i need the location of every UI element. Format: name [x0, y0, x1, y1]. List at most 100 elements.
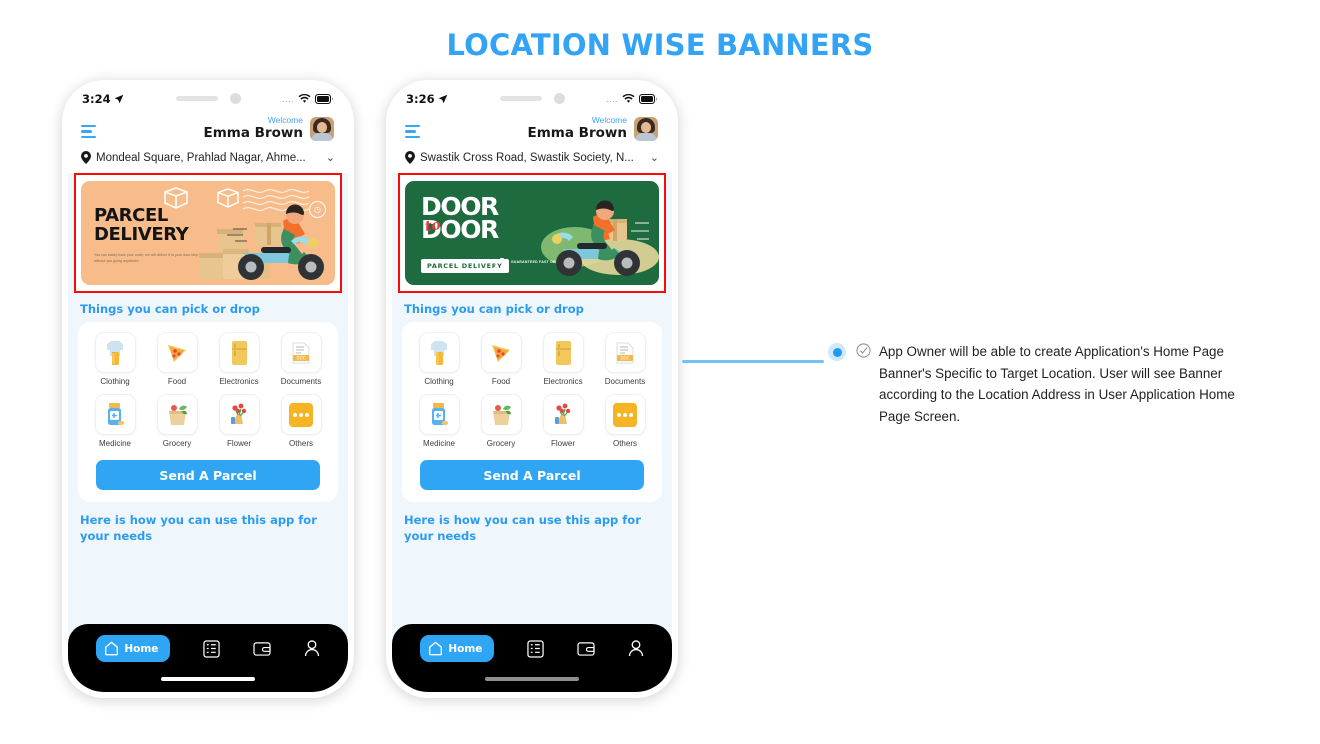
tab-orders[interactable] — [527, 639, 544, 658]
category-item-others[interactable]: Others — [594, 394, 656, 448]
battery-icon — [315, 94, 334, 104]
location-arrow-icon — [114, 94, 123, 104]
category-label: Grocery — [162, 439, 192, 448]
category-item-clothing[interactable]: Clothing — [84, 332, 146, 386]
category-item-medicine[interactable]: Medicine — [84, 394, 146, 448]
documents-icon: DOC — [280, 332, 322, 373]
ellipsis-icon — [280, 394, 322, 435]
avatar[interactable] — [309, 116, 335, 142]
phone-mockup-1: 3:24 .... Welcome Emma Brown Mondeal Squ… — [62, 80, 354, 698]
address-selector[interactable]: Swastik Cross Road, Swastik Society, N..… — [392, 151, 672, 173]
chevron-down-icon[interactable]: ⌄ — [650, 151, 659, 164]
section-title-how-to-use: Here is how you can use this app for you… — [404, 513, 641, 543]
banner-title-line1: PARCEL — [94, 205, 168, 226]
category-grid: Clothing Food Electronics DOC Documents … — [408, 332, 656, 448]
category-item-clothing[interactable]: Clothing — [408, 332, 470, 386]
banner-subtext: You can easily track your order, we will… — [94, 253, 198, 263]
category-item-electronics[interactable]: Electronics — [208, 332, 270, 386]
category-label: Medicine — [98, 439, 131, 448]
category-label: Grocery — [486, 439, 516, 448]
speaker-grille — [175, 95, 218, 101]
signal-dots-icon: .... — [281, 94, 294, 104]
section-title-how-to-use: Here is how you can use this app for you… — [80, 513, 317, 543]
tab-home-label: Home — [448, 642, 483, 655]
annotation-note: App Owner will be able to create Applica… — [856, 341, 1266, 428]
category-label: Food — [491, 377, 511, 386]
app-header: Welcome Emma Brown — [68, 112, 348, 151]
front-camera-icon — [553, 92, 565, 104]
battery-icon — [639, 94, 658, 104]
home-banner-door-to-door[interactable]: DOOR DOOR to PARCEL DELIVERY GUARANTEED … — [405, 181, 659, 285]
category-item-food[interactable]: Food — [470, 332, 532, 386]
speaker-grille — [499, 95, 542, 101]
app-header: Welcome Emma Brown — [392, 112, 672, 151]
category-item-grocery[interactable]: Grocery — [146, 394, 208, 448]
tab-profile[interactable] — [304, 640, 320, 657]
banner-highlight-box: PARCEL DELIVERY You can easily track you… — [74, 173, 342, 293]
address-selector[interactable]: Mondeal Square, Prahlad Nagar, Ahme... ⌄ — [68, 151, 348, 173]
category-item-medicine[interactable]: Medicine — [408, 394, 470, 448]
avatar[interactable] — [633, 116, 659, 142]
orders-list-icon — [527, 639, 544, 658]
hamburger-menu-icon[interactable] — [405, 124, 420, 142]
status-time-text: 3:26 — [406, 92, 435, 106]
status-indicators: .... — [606, 94, 658, 104]
category-item-electronics[interactable]: Electronics — [532, 332, 594, 386]
category-label: Documents — [280, 377, 322, 386]
category-item-grocery[interactable]: Grocery — [470, 394, 532, 448]
location-pin-icon — [81, 151, 91, 164]
pizza-icon — [156, 332, 198, 373]
status-time-text: 3:24 — [82, 92, 111, 106]
category-label: Food — [167, 377, 187, 386]
hamburger-menu-icon[interactable] — [81, 124, 96, 142]
send-a-parcel-button[interactable]: Send A Parcel — [420, 460, 644, 490]
address-text: Mondeal Square, Prahlad Nagar, Ahme... — [96, 151, 306, 164]
profile-icon — [628, 640, 643, 657]
wallet-icon — [577, 642, 595, 656]
documents-icon: DOC — [604, 332, 646, 373]
category-label: Clothing — [100, 377, 130, 386]
section-title-categories: Things you can pick or drop — [80, 302, 260, 316]
category-item-documents[interactable]: DOC Documents — [270, 332, 332, 386]
tab-home[interactable]: Home — [420, 635, 495, 662]
refrigerator-icon — [218, 332, 260, 373]
chevron-down-icon[interactable]: ⌄ — [326, 151, 335, 164]
refrigerator-icon — [542, 332, 584, 373]
banner-title: PARCEL DELIVERY — [94, 205, 189, 245]
annotation-text: App Owner will be able to create Applica… — [879, 344, 1235, 425]
category-label: Flower — [550, 439, 575, 448]
category-item-others[interactable]: Others — [270, 394, 332, 448]
check-circle-icon — [856, 343, 871, 428]
section-title-categories: Things you can pick or drop — [404, 302, 584, 316]
address-text: Swastik Cross Road, Swastik Society, N..… — [420, 151, 634, 164]
phone-mockup-2: 3:26 .... Welcome Emma Brown Swastik Cro… — [386, 80, 678, 698]
tab-wallet[interactable] — [253, 641, 271, 656]
scooter-rider-illustration — [227, 204, 324, 280]
status-indicators: .... — [282, 94, 334, 104]
tab-home-label: Home — [124, 642, 159, 655]
wifi-icon — [298, 94, 311, 104]
category-item-documents[interactable]: DOC Documents — [594, 332, 656, 386]
pizza-icon — [480, 332, 522, 373]
svg-text:DOC: DOC — [296, 355, 305, 360]
status-time: 3:26 — [406, 92, 448, 106]
category-item-flower[interactable]: Flower — [532, 394, 594, 448]
location-pin-icon — [405, 151, 415, 164]
location-arrow-icon — [438, 94, 447, 104]
category-label: Electronics — [543, 377, 583, 386]
tab-home[interactable]: Home — [96, 635, 171, 662]
tab-profile[interactable] — [628, 640, 644, 657]
medicine-bottle-icon — [94, 394, 136, 435]
user-name: Emma Brown — [527, 125, 627, 142]
banner-title-script: to — [423, 216, 442, 236]
banner-title-line2: DELIVERY — [94, 223, 189, 245]
send-a-parcel-button[interactable]: Send A Parcel — [96, 460, 320, 490]
home-banner-parcel-delivery[interactable]: PARCEL DELIVERY You can easily track you… — [81, 181, 335, 285]
medicine-bottle-icon — [418, 394, 460, 435]
tab-orders[interactable] — [203, 639, 220, 658]
tab-wallet[interactable] — [577, 641, 595, 656]
scooter-rider-illustration — [552, 200, 649, 276]
user-name: Emma Brown — [203, 125, 303, 142]
category-item-flower[interactable]: Flower — [208, 394, 270, 448]
category-item-food[interactable]: Food — [146, 332, 208, 386]
